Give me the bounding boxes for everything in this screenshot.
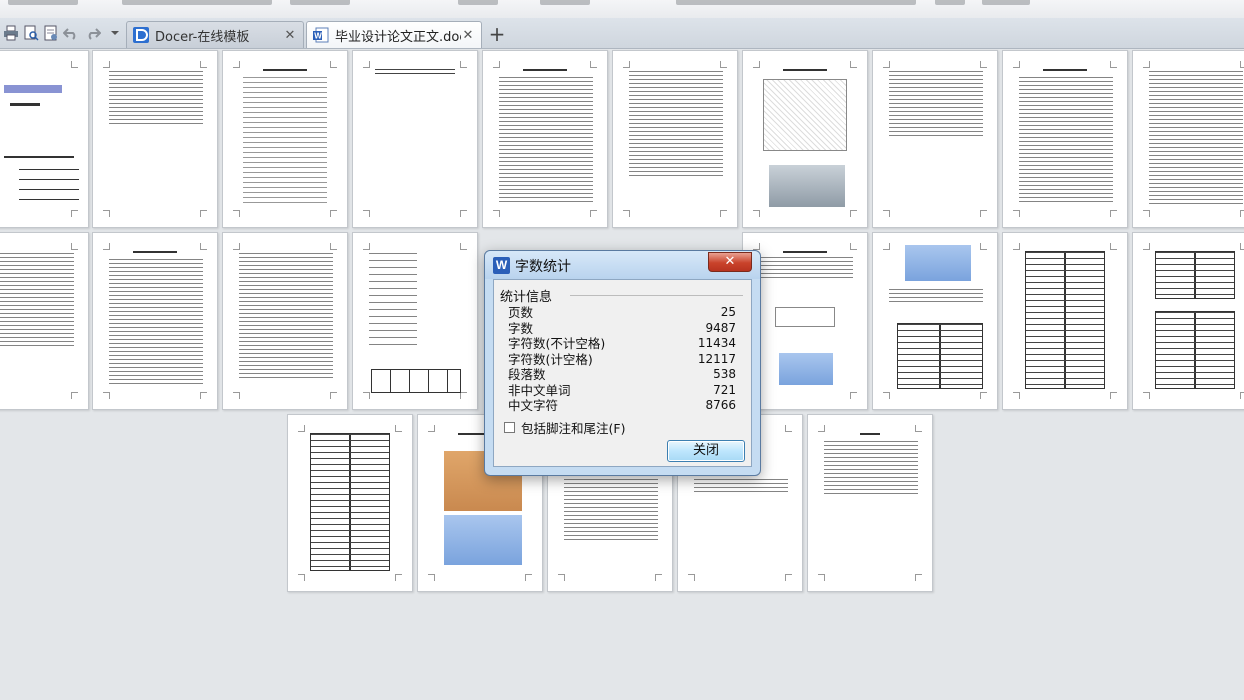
page-thumbnail[interactable] — [872, 232, 998, 410]
stat-label: 字符数(计空格) — [508, 351, 593, 367]
stat-row-chinese-chars: 中文字符 8766 — [508, 398, 736, 414]
tab-close-icon[interactable]: ✕ — [283, 28, 297, 43]
page-thumbnail[interactable] — [1002, 232, 1128, 410]
ribbon-item[interactable] — [935, 0, 965, 5]
page-thumbnail[interactable] — [807, 414, 933, 592]
tab-thesis-document[interactable]: W 毕业设计论文正文.doc ✕ — [306, 21, 482, 48]
page-thumbnail[interactable] — [742, 50, 868, 228]
page-thumbnail[interactable] — [1132, 232, 1244, 410]
undo-icon[interactable] — [62, 24, 80, 42]
stat-value: 25 — [720, 305, 736, 319]
docer-icon — [133, 27, 149, 43]
ribbon-item[interactable] — [8, 0, 78, 5]
ribbon-item[interactable] — [540, 0, 590, 5]
stat-label: 字数 — [508, 320, 534, 336]
tab-close-icon[interactable]: ✕ — [461, 28, 475, 43]
tab-label: Docer-在线模板 — [155, 29, 250, 45]
dialog-title: 字数统计 — [515, 259, 571, 275]
more-icon[interactable] — [106, 24, 124, 42]
word-count-dialog: W 字数统计 ✕ 统计信息 页数 25 字数 9487 字符数(不计空格) 11… — [484, 250, 761, 476]
dialog-body: 统计信息 页数 25 字数 9487 字符数(不计空格) 11434 字符数(计… — [493, 279, 752, 467]
close-button[interactable]: 关闭 — [667, 440, 745, 462]
wps-writer-icon: W — [493, 257, 510, 274]
page-thumbnail[interactable] — [1002, 50, 1128, 228]
stat-row-paragraphs: 段落数 538 — [508, 367, 736, 383]
stat-label: 页数 — [508, 305, 534, 320]
stat-label: 中文字符 — [508, 398, 559, 413]
page-thumbnail[interactable] — [872, 50, 998, 228]
stat-value: 9487 — [705, 320, 736, 335]
stat-value: 12117 — [697, 351, 736, 366]
ribbon-item[interactable] — [290, 0, 350, 5]
include-footnotes-checkbox[interactable] — [504, 422, 515, 433]
dialog-title-bar[interactable]: W 字数统计 ✕ — [485, 251, 760, 279]
stat-row-non-chinese-words: 非中文单词 721 — [508, 383, 736, 399]
word-doc-icon: W — [313, 27, 329, 43]
new-tab-icon[interactable]: + — [486, 23, 508, 45]
stat-value: 8766 — [705, 398, 736, 412]
stat-row-words: 字数 9487 — [508, 321, 736, 337]
ribbon-item[interactable] — [122, 0, 272, 5]
statistics-list: 页数 25 字数 9487 字符数(不计空格) 11434 字符数(计空格) 1… — [508, 305, 736, 414]
page-thumbnail[interactable] — [0, 232, 89, 410]
print-preview-icon[interactable] — [22, 24, 40, 42]
ribbon-strip — [0, 0, 1244, 19]
page-thumbnail[interactable] — [612, 50, 738, 228]
include-footnotes-option[interactable]: 包括脚注和尾注(F) — [504, 418, 625, 437]
page-thumbnail[interactable] — [287, 414, 413, 592]
stat-value: 721 — [713, 382, 736, 397]
page-thumbnail[interactable] — [92, 232, 218, 410]
stat-row-chars-no-spaces: 字符数(不计空格) 11434 — [508, 336, 736, 352]
stat-row-pages: 页数 25 — [508, 305, 736, 321]
ribbon-item[interactable] — [458, 0, 498, 5]
stat-value: 11434 — [697, 336, 736, 350]
page-thumbnail[interactable] — [92, 50, 218, 228]
page-thumbnail[interactable] — [482, 50, 608, 228]
print-icon[interactable] — [2, 24, 20, 42]
section-divider — [570, 295, 743, 296]
svg-text:W: W — [314, 32, 322, 41]
ribbon-item[interactable] — [982, 0, 1030, 5]
close-x-icon[interactable]: ✕ — [708, 252, 752, 272]
document-export-icon[interactable] — [42, 24, 60, 42]
page-thumbnail[interactable] — [222, 232, 348, 410]
ribbon-item[interactable] — [676, 0, 916, 5]
stat-label: 非中文单词 — [508, 382, 571, 398]
include-footnotes-label: 包括脚注和尾注(F) — [521, 421, 626, 436]
page-thumbnail[interactable] — [352, 50, 478, 228]
tab-bar: Docer-在线模板 ✕ W 毕业设计论文正文.doc ✕ + — [0, 18, 1244, 49]
redo-icon[interactable] — [84, 24, 102, 42]
stat-row-chars-with-spaces: 字符数(计空格) 12117 — [508, 352, 736, 368]
page-thumbnail[interactable] — [222, 50, 348, 228]
stat-label: 字符数(不计空格) — [508, 336, 606, 351]
stat-label: 段落数 — [508, 367, 546, 382]
statistics-section-label: 统计信息 — [500, 290, 553, 305]
page-thumbnail[interactable] — [352, 232, 478, 410]
tab-label: 毕业设计论文正文.doc — [335, 29, 461, 45]
tab-docer-templates[interactable]: Docer-在线模板 ✕ — [126, 21, 304, 48]
page-thumbnail[interactable] — [0, 50, 89, 228]
stat-value: 538 — [713, 367, 736, 381]
page-thumbnail[interactable] — [1132, 50, 1244, 228]
